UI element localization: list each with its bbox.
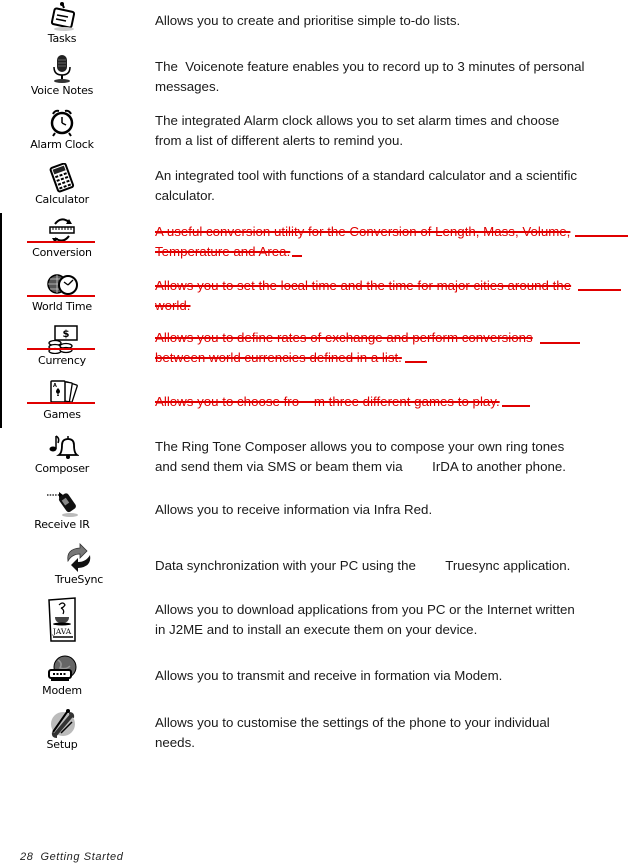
description-line: Allows you to create and prioritise simp… xyxy=(155,13,461,28)
page-number: 28 xyxy=(20,851,34,863)
icon-cell: Voice Notes xyxy=(20,54,104,97)
icon-label: Composer xyxy=(34,462,90,475)
description-line: needs. xyxy=(155,735,195,750)
icon-cell: A Games xyxy=(20,378,104,421)
icon-strikethrough xyxy=(27,241,95,243)
alarm-clock-icon xyxy=(50,109,74,137)
feature-description: Allows you to customise the settings of … xyxy=(155,713,605,753)
feature-description-deleted: Allows you to define rates of exchange a… xyxy=(155,328,605,368)
truesync-icon xyxy=(67,543,91,572)
feature-description-deleted: Allows you to choose fro m three differe… xyxy=(155,392,605,412)
description-line: Allows you to download applications from… xyxy=(155,602,575,617)
feature-description: The Voicenote feature enables you to rec… xyxy=(155,57,605,97)
icon-cell: $ Currency xyxy=(20,324,104,367)
svg-text:JAVA: JAVA xyxy=(52,627,72,636)
description-line: Allows you to customise the settings of … xyxy=(155,715,550,730)
icon-cell: Modem xyxy=(20,654,104,697)
feature-description: Allows you to download applications from… xyxy=(155,600,605,640)
feature-description: Allows you to receive information via In… xyxy=(155,500,605,520)
strikethrough-tail xyxy=(575,235,628,237)
icon-cell: Receive IR xyxy=(20,488,104,531)
java-icon: JAVA xyxy=(48,597,76,642)
icon-label: Calculator xyxy=(35,193,89,206)
description-line: Allows you to define rates of exchange a… xyxy=(155,330,533,345)
games-icon: A xyxy=(50,380,78,403)
description-line: Data synchronization with your PC using … xyxy=(155,558,571,573)
icon-strikethrough xyxy=(27,402,95,404)
icon-cell: World Time xyxy=(20,270,104,313)
feature-description: Allows you to transmit and receive in fo… xyxy=(155,666,605,686)
section-title: Getting Started xyxy=(40,851,124,863)
description-line: and send them via SMS or beam them via I… xyxy=(155,459,566,474)
description-line: A useful conversion utility for the Conv… xyxy=(155,224,571,239)
strikethrough-tail xyxy=(502,405,530,407)
calculator-icon xyxy=(49,163,75,193)
description-line: Allows you to transmit and receive in fo… xyxy=(155,668,503,683)
receive-ir-icon xyxy=(47,492,78,517)
feature-description: The Ring Tone Composer allows you to com… xyxy=(155,437,605,477)
description-line: Temperature and Area. xyxy=(155,244,291,259)
icon-label: Receive IR xyxy=(34,518,90,531)
strikethrough-tail xyxy=(292,255,302,257)
icon-label: Alarm Clock xyxy=(30,138,94,151)
description-line: Allows you to receive information via In… xyxy=(155,502,433,517)
description-line: Allows you to choose fro m three differe… xyxy=(155,394,500,409)
icon-cell: Composer xyxy=(20,432,104,475)
feature-description: The integrated Alarm clock allows you to… xyxy=(155,111,605,151)
page-footer: 28 Getting Started xyxy=(20,851,123,863)
icon-label: Currency xyxy=(38,354,86,367)
feature-description-deleted: A useful conversion utility for the Conv… xyxy=(155,222,605,262)
icon-cell: Alarm Clock xyxy=(20,108,104,151)
icon-label: Voice Notes xyxy=(30,84,94,97)
icon-cell: JAVA xyxy=(20,597,104,644)
description-line: An integrated tool with functions of a s… xyxy=(155,168,578,183)
description-line: The Voicenote feature enables you to rec… xyxy=(155,59,585,74)
icon-cell: Tasks xyxy=(20,2,104,45)
icon-label: TrueSync xyxy=(54,573,104,586)
description-line: The Ring Tone Composer allows you to com… xyxy=(155,439,565,454)
change-bar xyxy=(0,213,2,428)
feature-description-deleted: Allows you to set the local time and the… xyxy=(155,276,605,316)
strikethrough-tail xyxy=(405,361,427,363)
icon-label: Games xyxy=(43,408,81,421)
icon-strikethrough xyxy=(27,295,95,297)
icon-cell: Setup xyxy=(20,708,104,751)
description-line: between world currencies defined in a li… xyxy=(155,350,402,365)
feature-description: Data synchronization with your PC using … xyxy=(155,556,605,576)
icon-cell: Conversion xyxy=(20,216,104,259)
description-line: calculator. xyxy=(155,188,215,203)
feature-description: Allows you to create and prioritise simp… xyxy=(155,11,605,31)
description-line: messages. xyxy=(155,79,220,94)
icon-strikethrough xyxy=(27,348,95,350)
svg-text:$: $ xyxy=(63,329,70,340)
icon-label: Modem xyxy=(42,684,82,697)
feature-description: An integrated tool with functions of a s… xyxy=(155,166,605,206)
composer-icon xyxy=(49,435,79,459)
svg-text:A: A xyxy=(53,383,57,389)
description-line: world. xyxy=(155,298,191,313)
strikethrough-tail xyxy=(540,342,580,344)
description-line: The integrated Alarm clock allows you to… xyxy=(155,113,560,128)
description-line: Allows you to set the local time and the… xyxy=(155,278,572,293)
tasks-icon xyxy=(50,2,76,31)
icon-label: Setup xyxy=(46,738,78,751)
icon-cell: TrueSync xyxy=(37,543,121,586)
voice-notes-icon xyxy=(53,55,71,83)
icon-cell: Calculator xyxy=(20,163,104,206)
strikethrough-tail xyxy=(578,289,621,291)
description-line: in J2ME and to install an execute them o… xyxy=(155,622,478,637)
modem-icon xyxy=(48,655,77,681)
icon-label: Conversion xyxy=(32,246,92,259)
description-line: from a list of different alerts to remin… xyxy=(155,133,404,148)
setup-icon xyxy=(51,709,75,738)
currency-icon: $ xyxy=(48,325,78,354)
icon-label: Tasks xyxy=(47,32,77,45)
icon-label: World Time xyxy=(32,300,92,313)
